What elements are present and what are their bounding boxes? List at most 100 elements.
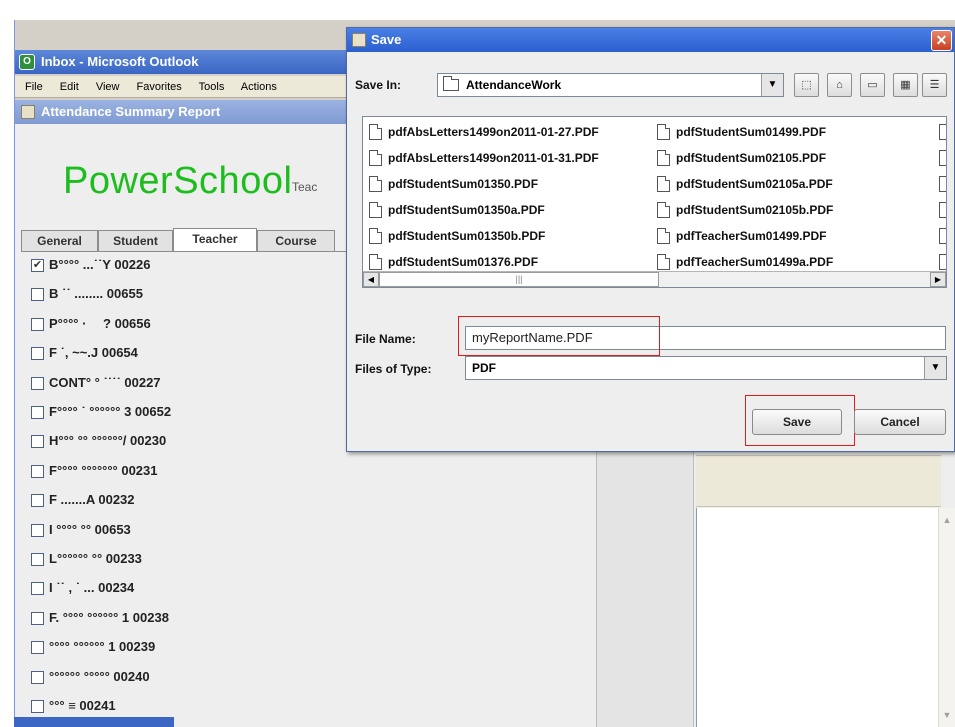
teacher-row[interactable]: F .......A 00232 [25, 491, 345, 513]
teacher-name: B ˙˙ ........ 00655 [49, 286, 143, 302]
tab-course[interactable]: Course [257, 230, 335, 252]
teacher-checkbox[interactable] [31, 435, 44, 449]
chevron-down-icon[interactable]: ▼ [924, 357, 946, 379]
outlook-reading-pane [696, 508, 941, 727]
file-name: pdfStudentSum01376.PDF [388, 255, 539, 269]
save-dialog: Save ✕ Save In: AttendanceWork ▼ ⬚ ⌂ ▭ ▦… [346, 27, 955, 452]
teacher-row[interactable]: I °°°° °° 00653 [25, 521, 345, 543]
save-button-highlight [745, 395, 855, 446]
file-name: pdfAbsLetters1499on2011-01-31.PDF [388, 151, 599, 165]
tab-general[interactable]: General [21, 230, 98, 252]
teacher-name: I ˙˙ , ˙ ... 00234 [49, 580, 135, 596]
up-one-level-button[interactable]: ⬚ [794, 73, 819, 97]
file-icon [939, 202, 946, 218]
scroll-right-icon[interactable]: ▶ [930, 272, 946, 287]
teacher-checkbox[interactable] [31, 494, 44, 508]
java-cup-icon [352, 33, 366, 47]
teacher-name: °°°° °°°°°° 1 00239 [49, 639, 156, 655]
new-folder-button[interactable]: ▭ [860, 73, 885, 97]
menu-favorites[interactable]: Favorites [137, 81, 182, 93]
file-icon [657, 228, 670, 244]
file-icon [369, 202, 382, 218]
teacher-checkbox[interactable] [31, 641, 44, 655]
menu-file[interactable]: File [25, 81, 43, 93]
teacher-checkbox[interactable]: ✔ [31, 259, 44, 272]
teacher-row[interactable]: °°°° °°°°°° 1 00239 [25, 638, 345, 660]
file-icon [657, 176, 670, 192]
file-name: pdfTeacherSum01499a.PDF [676, 255, 834, 269]
teacher-name: F. °°°° °°°°°° 1 00238 [49, 609, 169, 625]
save-in-value: AttendanceWork [466, 78, 562, 92]
teacher-name: F ˙, ~~.J 00654 [49, 345, 138, 361]
teacher-checkbox[interactable] [31, 553, 44, 566]
file-list-scrollbar[interactable]: ◀ ||| ▶ [363, 271, 946, 287]
teacher-row[interactable]: B ˙˙ ........ 00655 [25, 285, 345, 307]
menu-view[interactable]: View [96, 81, 120, 93]
files-of-type-combo[interactable]: PDF ▼ [465, 356, 947, 380]
teacher-checkbox[interactable] [31, 376, 44, 390]
file-icon [369, 254, 382, 270]
tab-student[interactable]: Student [98, 230, 173, 252]
teacher-row[interactable]: F°°°° ˙ °°°°°° 3 00652 [25, 403, 345, 425]
cancel-button[interactable]: Cancel [854, 409, 946, 435]
file-list[interactable]: pdfAbsLetters1499on2011-01-27.PDF pdfAbsL… [362, 116, 947, 288]
tab-teacher[interactable]: Teacher [173, 228, 257, 252]
teacher-checkbox[interactable] [31, 670, 44, 684]
close-icon[interactable]: ✕ [931, 30, 952, 51]
file-icon [657, 124, 670, 140]
teacher-checkbox[interactable] [31, 523, 44, 537]
teacher-row[interactable]: L°°°°°° °° 00233 [25, 550, 345, 572]
teacher-row[interactable]: ✔ B°°°° ...˙˙Y 00226 [25, 256, 345, 278]
teacher-name: L°°°°°° °° 00233 [49, 551, 142, 566]
details-view-button[interactable]: ☰ [922, 73, 947, 97]
powerschool-logo: PowerSchool [63, 160, 293, 202]
teacher-name: P°°°° · ? 00656 [49, 315, 151, 331]
list-view-button[interactable]: ▦ [893, 73, 918, 97]
teacher-checkbox[interactable] [31, 317, 44, 331]
menu-actions[interactable]: Actions [241, 81, 277, 93]
teacher-checkbox[interactable] [31, 347, 44, 361]
home-button[interactable]: ⌂ [827, 73, 852, 97]
teacher-checkbox[interactable] [31, 611, 44, 625]
menu-edit[interactable]: Edit [60, 81, 79, 93]
file-icon [939, 150, 946, 166]
teacher-name: °°°°°° °°°°° 00240 [49, 668, 150, 684]
teacher-checkbox[interactable] [31, 288, 44, 302]
save-in-combo[interactable]: AttendanceWork ▼ [437, 73, 784, 97]
teacher-name: B°°°° ...˙˙Y 00226 [49, 257, 151, 272]
scroll-up-icon[interactable]: ▲ [941, 514, 953, 526]
teacher-row[interactable]: F°°°° °°°°°°° 00231 [25, 462, 345, 484]
teacher-row[interactable]: CONT° ° ˙˙˙˙ 00227 [25, 374, 345, 396]
scroll-down-icon[interactable]: ▼ [941, 709, 953, 721]
menu-tools[interactable]: Tools [199, 81, 225, 93]
teacher-checkbox[interactable] [31, 406, 44, 419]
teacher-name: F°°°° ˙ °°°°°° 3 00652 [49, 404, 172, 419]
file-name: pdfTeacherSum01499.PDF [676, 229, 827, 243]
brand-subtitle: Teac [292, 180, 318, 194]
reading-pane-scrollbar[interactable]: ▲ ▼ [938, 508, 955, 727]
teacher-row[interactable]: °°° ≡ 00241 [25, 697, 345, 719]
teacher-checkbox[interactable] [31, 582, 44, 596]
save-dialog-title: Save [371, 32, 402, 47]
teacher-name: I °°°° °° 00653 [49, 521, 131, 537]
file-icon [369, 124, 382, 140]
teacher-checkbox[interactable] [31, 700, 44, 713]
save-in-label: Save In: [355, 78, 402, 92]
file-icon [939, 124, 946, 140]
outlook-icon: O [19, 54, 35, 70]
teacher-row[interactable]: P°°°° · ? 00656 [25, 315, 345, 337]
teacher-row[interactable]: F ˙, ~~.J 00654 [25, 344, 345, 366]
teacher-row[interactable]: °°°°°° °°°°° 00240 [25, 668, 345, 690]
file-icon [939, 254, 946, 270]
chevron-down-icon[interactable]: ▼ [761, 74, 783, 96]
file-name: pdfStudentSum01499.PDF [676, 125, 827, 139]
file-icon [369, 228, 382, 244]
scroll-left-icon[interactable]: ◀ [363, 272, 379, 287]
file-icon [939, 228, 946, 244]
teacher-row[interactable]: I ˙˙ , ˙ ... 00234 [25, 579, 345, 601]
teacher-row[interactable]: F. °°°° °°°°°° 1 00238 [25, 609, 345, 631]
scroll-thumb[interactable]: ||| [379, 272, 659, 287]
outlook-reading-header [696, 455, 941, 507]
teacher-row[interactable]: H°°° °° °°°°°°/ 00230 [25, 432, 345, 454]
teacher-checkbox[interactable] [31, 464, 44, 478]
